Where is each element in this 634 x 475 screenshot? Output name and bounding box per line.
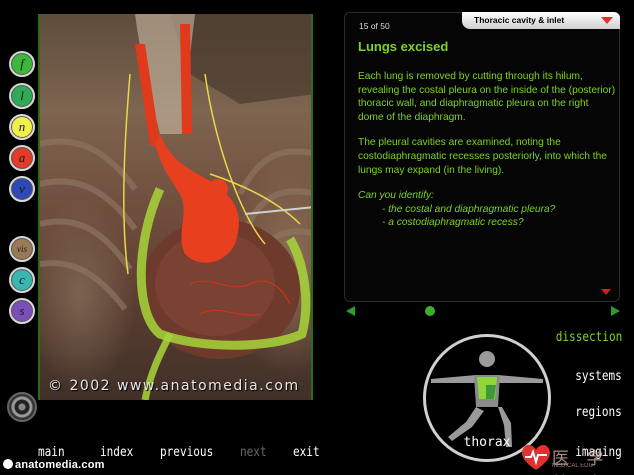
logo-watermark: 医 学 教 育 MEDICAL EDU — [520, 442, 630, 475]
layer-button-a[interactable]: a — [9, 145, 35, 171]
layer-button-l[interactable]: l — [9, 83, 35, 109]
paragraph-2: The pleural cavities are examined, notin… — [358, 137, 607, 176]
nav-index[interactable]: index — [100, 445, 133, 460]
slide-counter: 15 of 50 — [359, 21, 390, 31]
question-item: - a costodiaphragmatic recess? — [382, 217, 524, 229]
logo-subtext: MEDICAL EDU — [552, 463, 593, 469]
layer-button-n[interactable]: n — [9, 114, 35, 140]
question-block: Can you identify: - the costal and diaph… — [358, 189, 616, 230]
menu-systems[interactable]: systems — [575, 369, 622, 384]
layer-button-s[interactable]: s — [9, 298, 35, 324]
section-dropdown-label: Thoracic cavity & inlet — [474, 15, 565, 25]
panel-title: Lungs excised — [358, 39, 449, 54]
menu-regions[interactable]: regions — [575, 405, 622, 420]
dissection-illustration — [40, 14, 311, 400]
info-panel: 15 of 50 Thoracic cavity & inlet Lungs e… — [344, 12, 620, 302]
layer-button-c[interactable]: c — [9, 267, 35, 293]
heart-logo-icon — [522, 444, 550, 470]
paragraph-1: Each lung is removed by cutting through … — [358, 71, 616, 123]
site-watermark-text: anatomedia.com — [15, 459, 105, 471]
nav-main[interactable]: main — [38, 445, 65, 460]
nav-exit[interactable]: exit — [293, 445, 320, 460]
previous-slide-arrow-icon[interactable] — [346, 306, 355, 316]
dropdown-arrow-icon — [601, 17, 613, 24]
layer-button-vis[interactable]: vis — [9, 236, 35, 262]
question-item: - the costal and diaphragmatic pleura? — [382, 203, 556, 215]
site-watermark: anatomedia.com — [3, 459, 105, 471]
scroll-down-icon[interactable] — [601, 289, 611, 295]
slide-position-dot-icon[interactable] — [425, 306, 435, 316]
question-heading: Can you identify: — [358, 190, 434, 202]
nav-previous[interactable]: previous — [160, 445, 213, 460]
photo-copyright: © 2002 www.anatomedia.com — [48, 378, 300, 394]
dissection-photo: © 2002 www.anatomedia.com — [38, 14, 313, 400]
panel-body: Each lung is removed by cutting through … — [358, 70, 616, 230]
watermark-icon — [3, 459, 13, 469]
logo-text: 医 学 教 育 — [552, 449, 610, 475]
audio-speaker-icon[interactable] — [7, 392, 37, 422]
section-dropdown[interactable]: Thoracic cavity & inlet — [462, 12, 620, 29]
layer-button-v[interactable]: v — [9, 176, 35, 202]
menu-dissection[interactable]: dissection — [555, 330, 622, 345]
next-slide-arrow-icon[interactable] — [611, 306, 620, 316]
layer-button-f[interactable]: f — [9, 51, 35, 77]
nav-next: next — [240, 445, 267, 460]
